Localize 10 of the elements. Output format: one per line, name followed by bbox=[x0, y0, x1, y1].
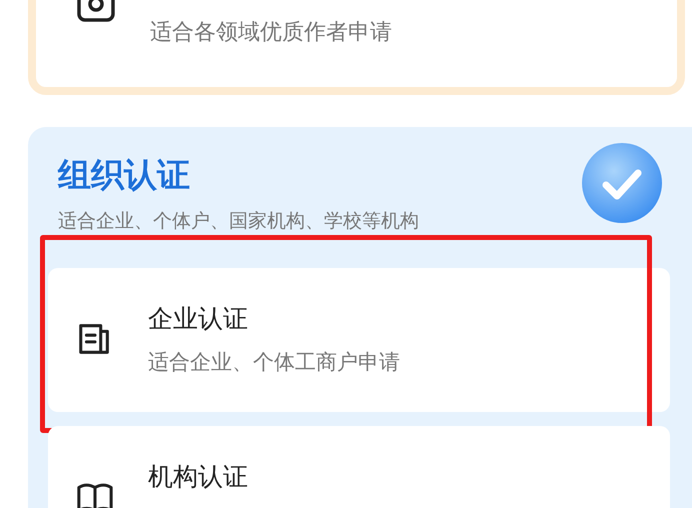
option-title: 机构认证 bbox=[148, 462, 248, 492]
option-subtitle: 适合企业、个体工商户申请 bbox=[148, 349, 400, 376]
option-card[interactable]: 企业认证 适合企业、个体工商户申请 bbox=[48, 268, 670, 412]
section-subtitle: 适合企业、个体户、国家机构、学校等机构 bbox=[58, 209, 419, 234]
card-subtitle: 适合各领域优质作者申请 bbox=[150, 19, 392, 47]
creator-card[interactable]: 适合各领域优质作者申请 bbox=[28, 0, 685, 95]
section-title: 组织认证 bbox=[58, 154, 191, 196]
option-card[interactable]: 机构认证 bbox=[48, 426, 670, 508]
check-icon bbox=[580, 141, 664, 225]
option-title: 企业认证 bbox=[148, 304, 249, 334]
